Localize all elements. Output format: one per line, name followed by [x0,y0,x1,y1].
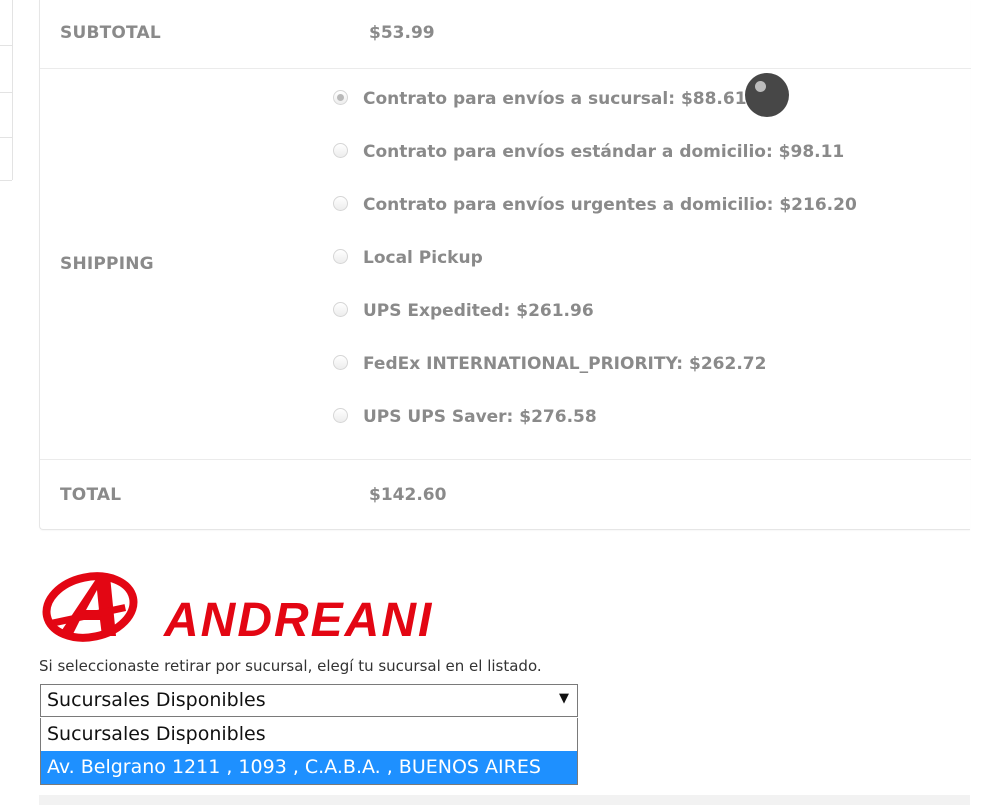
shipping-option-label: Contrato para envíos urgentes a domicili… [363,195,857,215]
shipping-option-local-pickup[interactable]: Local Pickup [333,246,857,299]
branch-option-av-belgrano[interactable]: Av. Belgrano 1211 , 1093 , C.A.B.A. , BU… [41,751,577,784]
radio-button[interactable] [333,249,348,264]
shipping-option-label: Contrato para envíos a sucursal: $88.61 [363,89,747,109]
mouse-cursor-indicator [745,73,789,117]
andreani-wordmark: ANDREANI [163,594,433,645]
total-label: TOTAL [60,485,122,505]
shipping-label: SHIPPING [60,254,154,274]
left-column-divider [0,137,12,138]
radio-button[interactable] [333,355,348,370]
subtotal-label: SUBTOTAL [60,23,161,43]
radio-button[interactable] [333,302,348,317]
radio-button[interactable] [333,143,348,158]
chevron-down-icon: ▼ [559,691,569,706]
radio-button[interactable] [333,90,348,105]
left-column-divider [0,45,12,46]
radio-button[interactable] [333,196,348,211]
shipping-option-ups-saver[interactable]: UPS UPS Saver: $276.58 [333,405,857,458]
left-column-divider [0,92,12,93]
branch-select-value: Sucursales Disponibles [47,689,266,711]
subtotal-value: $53.99 [369,23,435,43]
andreani-logo: ANDREANI [42,572,433,645]
shipping-option-label: UPS UPS Saver: $276.58 [363,407,597,427]
shipping-option-urgentes-domicilio[interactable]: Contrato para envíos urgentes a domicili… [333,193,857,246]
radio-button[interactable] [333,408,348,423]
subtotal-row: SUBTOTAL $53.99 [40,0,971,68]
shipping-option-ups-expedited[interactable]: UPS Expedited: $261.96 [333,299,857,352]
left-column-edge [0,0,13,180]
total-row: TOTAL $142.60 [40,460,971,530]
shipping-methods-list: Contrato para envíos a sucursal: $88.61 … [333,87,857,458]
shipping-option-label: FedEx INTERNATIONAL_PRIORITY: $262.72 [363,354,767,374]
total-value: $142.60 [369,485,447,505]
next-section-edge [39,795,970,805]
shipping-option-label: Contrato para envíos estándar a domicili… [363,142,845,162]
andreani-emblem-icon [42,572,138,642]
branch-option-placeholder[interactable]: Sucursales Disponibles [41,718,577,751]
shipping-option-estandar-domicilio[interactable]: Contrato para envíos estándar a domicili… [333,140,857,193]
branch-dropdown-list: Sucursales Disponibles Av. Belgrano 1211… [40,718,578,785]
shipping-option-label: Local Pickup [363,248,483,268]
shipping-option-fedex-international-priority[interactable]: FedEx INTERNATIONAL_PRIORITY: $262.72 [333,352,857,405]
branch-selection-hint: Si seleccionaste retirar por sucursal, e… [39,657,542,675]
shipping-option-label: UPS Expedited: $261.96 [363,301,594,321]
branch-select[interactable]: Sucursales Disponibles ▼ [40,684,578,717]
left-column-divider [0,180,12,181]
